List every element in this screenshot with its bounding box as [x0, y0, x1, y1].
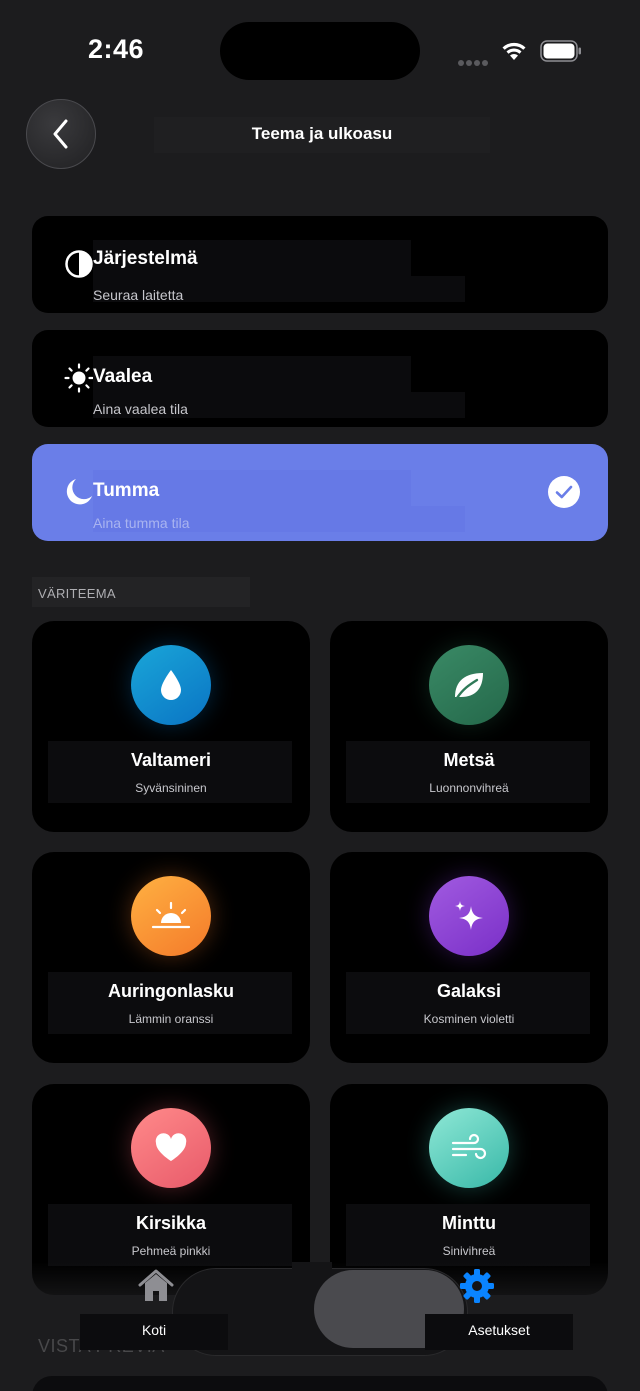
- section-header-color-theme: VÄRITEEMA: [38, 586, 116, 601]
- theme-card-forest[interactable]: Metsä Luonnonvihreä: [330, 621, 608, 832]
- mode-subtitle: Aina tumma tila: [93, 515, 190, 531]
- theme-subtitle: Kosminen violetti: [423, 1012, 515, 1026]
- mode-title: Järjestelmä: [93, 248, 198, 269]
- theme-name: Metsä: [443, 750, 495, 770]
- tab-label-settings: Asetukset: [468, 1322, 530, 1338]
- chevron-left-icon: [53, 119, 68, 149]
- wifi-icon: [502, 42, 526, 60]
- theme-subtitle: Pehmeä pinkki: [131, 1244, 211, 1258]
- theme-name: Auringonlasku: [107, 981, 234, 1001]
- status-bar: 2:46: [0, 0, 640, 100]
- mode-option-dark[interactable]: Tumma Aina tumma tila: [32, 444, 608, 541]
- theme-subtitle: Sinivihreä: [442, 1244, 496, 1258]
- tab-label-home: Koti: [141, 1322, 167, 1338]
- theme-name: Minttu: [442, 1213, 496, 1233]
- page-title: Teema ja ulkoasu: [251, 124, 393, 143]
- sparkles-icon: [429, 876, 509, 956]
- theme-card-sunset[interactable]: Auringonlasku Lämmin oranssi: [32, 852, 310, 1063]
- sun-icon: [64, 363, 94, 393]
- tab-bar: Koti Asetukset: [0, 1262, 640, 1391]
- mode-subtitle: Aina vaalea tila: [93, 401, 188, 417]
- checkmark-icon: [548, 476, 580, 508]
- mode-title: Vaalea: [93, 366, 153, 387]
- battery-icon: [540, 40, 581, 62]
- theme-card-ocean[interactable]: Valtameri Syvänsininen: [32, 621, 310, 832]
- house-icon: [138, 1269, 174, 1301]
- half-circle-icon: [65, 250, 93, 278]
- drop-icon: [131, 645, 211, 725]
- moon-icon: [66, 479, 92, 505]
- back-button[interactable]: [26, 99, 96, 169]
- dynamic-island: [220, 22, 420, 80]
- leaf-icon: [429, 645, 509, 725]
- mode-option-light[interactable]: Vaalea Aina vaalea tila: [32, 330, 608, 427]
- gear-icon: [460, 1269, 494, 1303]
- wind-icon: [429, 1108, 509, 1188]
- mode-title: Tumma: [93, 480, 160, 501]
- theme-name: Galaksi: [436, 981, 502, 1001]
- theme-subtitle: Luonnonvihreä: [429, 781, 509, 795]
- theme-card-galaxy[interactable]: Galaksi Kosminen violetti: [330, 852, 608, 1063]
- mode-option-system[interactable]: Järjestelmä Seuraa laitetta: [32, 216, 608, 313]
- mode-subtitle: Seuraa laitetta: [93, 287, 184, 303]
- theme-name: Kirsikka: [135, 1213, 207, 1233]
- sunset-icon: [131, 876, 211, 956]
- theme-subtitle: Syvänsininen: [135, 781, 207, 795]
- heart-icon: [131, 1108, 211, 1188]
- status-time: 2:46: [88, 34, 145, 64]
- theme-name: Valtameri: [130, 750, 212, 770]
- signal-icon: [458, 53, 490, 71]
- theme-subtitle: Lämmin oranssi: [128, 1012, 214, 1026]
